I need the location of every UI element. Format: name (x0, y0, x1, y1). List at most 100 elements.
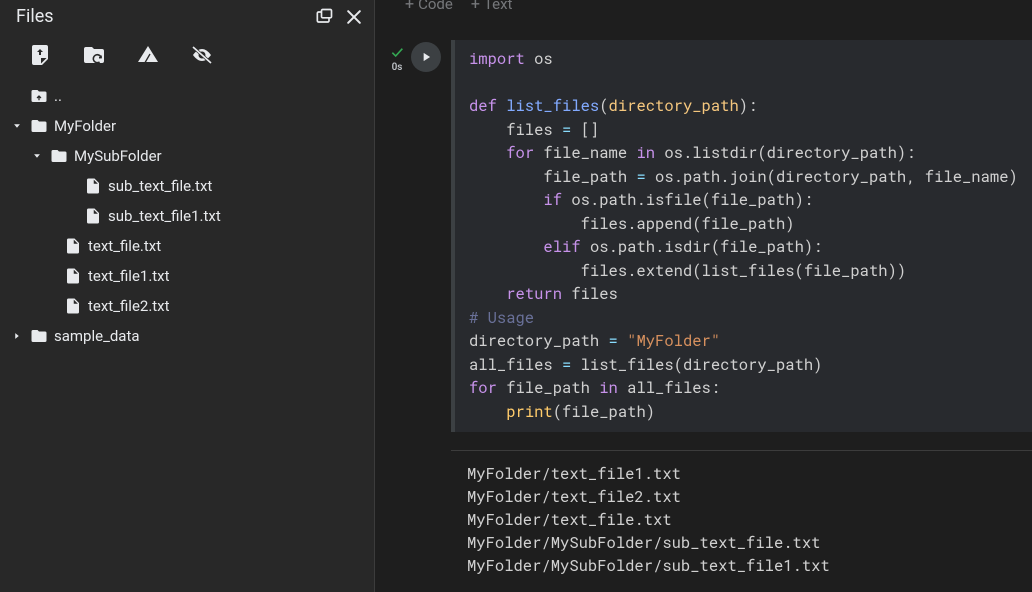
code-cell: 0s import os def list_files(directory_pa… (383, 40, 1032, 578)
code-token: = (562, 120, 571, 140)
run-button[interactable] (411, 42, 441, 72)
tree-sample-label: sample_data (54, 327, 140, 345)
code-token: directory_path (469, 331, 609, 351)
code-token: if (543, 190, 562, 210)
code-token: os.listdir(directory_path): (655, 143, 915, 163)
code-token: = (636, 167, 645, 187)
code-token: files.extend(list_files(file_path)) (469, 261, 906, 281)
tree-file-txt0[interactable]: text_file.txt (4, 231, 366, 261)
add-text-label: Text (484, 0, 513, 13)
upload-file-icon[interactable] (28, 43, 52, 67)
code-token: return (506, 284, 562, 304)
code-token: file_path (497, 378, 599, 398)
code-token: (file_path) (553, 402, 655, 422)
notebook-area: +Code +Text 0s import os def list_files(… (375, 0, 1032, 592)
tree-mysubfolder[interactable]: MySubFolder (4, 141, 366, 171)
folder-icon (30, 117, 48, 135)
check-icon (389, 44, 405, 60)
tree-sample-data[interactable]: sample_data (4, 321, 366, 351)
notebook-body: 0s import os def list_files(directory_pa… (375, 20, 1032, 592)
code-row: import os def list_files(directory_path)… (411, 40, 1032, 432)
chevron-down-icon[interactable] (10, 119, 24, 133)
folder-icon (30, 327, 48, 345)
add-code-label: Code (418, 0, 453, 13)
code-token: for (506, 143, 534, 163)
tree-file-txt2[interactable]: text_file2.txt (4, 291, 366, 321)
files-panel: Files .. (0, 0, 375, 592)
notebook-toolbar: +Code +Text (375, 0, 1032, 20)
output-line: MyFolder/MySubFolder/sub_text_file1.txt (467, 556, 830, 576)
tree-file-label: sub_text_file.txt (108, 177, 212, 195)
tree-mysubfolder-label: MySubFolder (74, 147, 162, 165)
exec-time: 0s (392, 62, 403, 73)
code-token: # Usage (469, 308, 534, 328)
code-token: directory_path (609, 96, 739, 116)
tree-file-subtxt0[interactable]: sub_text_file.txt (4, 171, 366, 201)
code-token: files.append(file_path) (469, 214, 795, 234)
tree-file-label: text_file.txt (88, 237, 161, 255)
file-tree: .. MyFolder MySubFolder sub_text_file.tx… (0, 81, 374, 351)
code-token (469, 143, 506, 163)
code-token: ): (739, 96, 758, 116)
code-token: files (469, 120, 562, 140)
chevron-down-icon[interactable] (30, 149, 44, 163)
tree-file-subtxt1[interactable]: sub_text_file1.txt (4, 201, 366, 231)
file-icon (64, 237, 82, 255)
code-token: "MyFolder" (618, 331, 720, 351)
output-line: MyFolder/text_file1.txt (467, 464, 681, 484)
tree-myfolder[interactable]: MyFolder (4, 111, 366, 141)
folder-icon (50, 147, 68, 165)
cell-output: MyFolder/text_file1.txt MyFolder/text_fi… (451, 450, 1032, 578)
code-token: os (525, 49, 553, 69)
mount-drive-icon[interactable] (136, 43, 160, 67)
tree-file-label: text_file1.txt (88, 267, 170, 285)
files-toolbar (0, 33, 374, 81)
tree-file-label: text_file2.txt (88, 297, 170, 315)
code-token: import (469, 49, 525, 69)
code-token: = (562, 355, 571, 375)
tree-up[interactable]: .. (4, 81, 366, 111)
code-token: [] (571, 120, 599, 140)
code-token (469, 284, 506, 304)
add-text-button[interactable]: +Text (471, 0, 513, 13)
code-token: os.path.isfile(file_path): (562, 190, 813, 210)
code-token: all_files (469, 355, 562, 375)
add-code-button[interactable]: +Code (405, 0, 453, 13)
code-token: files (562, 284, 618, 304)
output-line: MyFolder/text_file.txt (467, 510, 672, 530)
popout-icon[interactable] (314, 7, 334, 27)
toggle-hidden-icon[interactable] (190, 43, 214, 67)
files-header-icons (314, 7, 364, 27)
code-token (469, 237, 543, 257)
files-panel-title: Files (16, 6, 54, 27)
folder-up-icon (30, 87, 48, 105)
code-token: def (469, 96, 497, 116)
refresh-folder-icon[interactable] (82, 43, 106, 67)
file-icon (64, 267, 82, 285)
tree-myfolder-label: MyFolder (54, 117, 116, 135)
cell-gutter: 0s (383, 40, 411, 73)
code-token: list_files (497, 96, 599, 116)
code-token: elif (543, 237, 580, 257)
tree-file-txt1[interactable]: text_file1.txt (4, 261, 366, 291)
files-header: Files (0, 0, 374, 33)
chevron-right-icon[interactable] (10, 329, 24, 343)
code-token: print (506, 402, 553, 422)
cell-main: import os def list_files(directory_path)… (411, 40, 1032, 578)
code-token: in (636, 143, 655, 163)
code-token: = (609, 331, 618, 351)
code-token: all_files: (618, 378, 720, 398)
code-editor[interactable]: import os def list_files(directory_path)… (451, 40, 1032, 432)
tree-file-label: sub_text_file1.txt (108, 207, 221, 225)
code-token: file_path (469, 167, 636, 187)
code-token: list_files(directory_path) (571, 355, 822, 375)
code-token (469, 190, 543, 210)
close-icon[interactable] (344, 7, 364, 27)
code-token: file_name (534, 143, 636, 163)
code-token (469, 402, 506, 422)
file-icon (64, 297, 82, 315)
tree-up-label: .. (54, 87, 62, 105)
output-line: MyFolder/MySubFolder/sub_text_file.txt (467, 533, 820, 553)
code-token: in (599, 378, 618, 398)
file-icon (84, 207, 102, 225)
